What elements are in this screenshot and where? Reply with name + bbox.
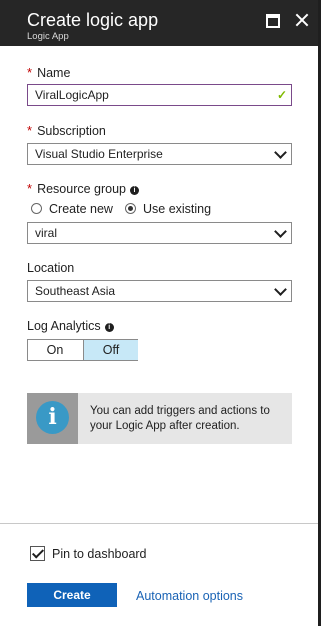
chevron-down-icon <box>274 283 287 296</box>
info-icon: i <box>36 401 69 434</box>
create-new-label[interactable]: Create new <box>49 202 113 216</box>
required-asterisk: * <box>27 65 33 80</box>
blade-subtitle: Logic App <box>27 31 69 42</box>
resource-group-value: viral <box>35 226 58 240</box>
info-message-text: You can add triggers and actions to your… <box>90 405 270 432</box>
use-existing-radio[interactable] <box>125 203 136 214</box>
create-new-radio[interactable] <box>31 203 42 214</box>
log-analytics-label: Log Analytics i <box>27 318 114 334</box>
use-existing-label[interactable]: Use existing <box>143 202 211 216</box>
chevron-down-icon <box>274 225 287 238</box>
name-input[interactable]: ViralLogicApp ✓ <box>27 84 292 106</box>
log-analytics-off[interactable]: Off <box>83 340 138 360</box>
log-analytics-on[interactable]: On <box>28 340 82 360</box>
required-asterisk: * <box>27 123 33 138</box>
resource-group-dropdown[interactable]: viral <box>27 222 292 244</box>
blade-header: Create logic app Logic App <box>0 0 318 46</box>
valid-check-icon: ✓ <box>276 88 287 102</box>
automation-options-link[interactable]: Automation options <box>136 589 243 603</box>
maximize-icon[interactable] <box>263 10 283 30</box>
resource-group-label: * Resource group i <box>27 181 140 197</box>
location-label: Location <box>27 261 75 275</box>
subscription-dropdown[interactable]: Visual Studio Enterprise <box>27 143 292 165</box>
create-logic-app-blade: Create logic app Logic App * Name ViralLo… <box>0 0 321 626</box>
info-icon[interactable]: i <box>104 323 114 332</box>
location-dropdown[interactable]: Southeast Asia <box>27 280 292 302</box>
info-icon-panel: i <box>27 393 78 444</box>
info-message-box: i You can add triggers and actions to yo… <box>27 393 292 444</box>
log-analytics-toggle: On Off <box>27 339 138 361</box>
name-label: * Name <box>27 65 71 80</box>
chevron-down-icon <box>274 146 287 159</box>
location-value: Southeast Asia <box>35 284 116 298</box>
info-icon[interactable]: i <box>130 186 140 195</box>
required-asterisk: * <box>27 181 33 196</box>
subscription-label: * Subscription <box>27 123 106 138</box>
blade-title: Create logic app <box>27 10 159 30</box>
create-button[interactable]: Create <box>27 583 117 607</box>
pin-to-dashboard-checkbox[interactable] <box>30 546 45 561</box>
pin-to-dashboard-label[interactable]: Pin to dashboard <box>52 547 147 561</box>
name-input-value: ViralLogicApp <box>35 88 109 102</box>
subscription-value: Visual Studio Enterprise <box>35 147 163 161</box>
footer-divider <box>0 523 318 524</box>
close-icon[interactable] <box>293 10 313 30</box>
